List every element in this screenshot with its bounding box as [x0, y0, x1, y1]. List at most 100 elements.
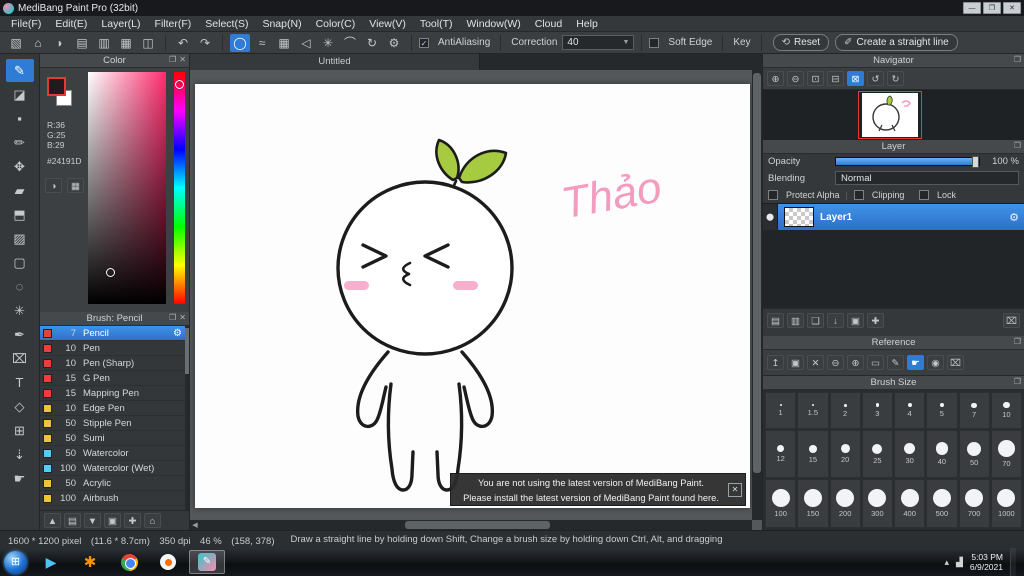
hidden-icons-chevron[interactable]: ▴: [944, 557, 949, 568]
workspace-icon[interactable]: ◫: [138, 34, 158, 52]
brush-item-airbrush[interactable]: 100Airbrush: [40, 491, 189, 506]
brush-size-150[interactable]: 150: [797, 479, 828, 528]
color-wheel-icon-icon[interactable]: ◑: [45, 178, 62, 193]
delete-layer-icon[interactable]: ⌧: [1003, 313, 1020, 328]
ref-eye-icon[interactable]: ◉: [927, 355, 944, 370]
merge-layer-icon[interactable]: ✚: [867, 313, 884, 328]
parallel-lines-icon[interactable]: ≈: [252, 34, 272, 52]
brush-size-200[interactable]: 200: [830, 479, 861, 528]
brush-size-1[interactable]: 1: [765, 392, 796, 429]
brush-size-1.5[interactable]: 1.5: [797, 392, 828, 429]
float-panel-icon[interactable]: ❐: [169, 313, 176, 322]
brush-list-scrollbar[interactable]: [185, 326, 189, 510]
foreground-color-swatch[interactable]: [47, 77, 66, 96]
blending-dropdown[interactable]: Normal: [835, 171, 1019, 185]
new-layer-icon[interactable]: ▤: [767, 313, 784, 328]
float-panel-icon[interactable]: ❐: [169, 55, 176, 64]
brush-size-400[interactable]: 400: [894, 479, 925, 528]
brush-size-10[interactable]: 10: [991, 392, 1022, 429]
taskbar-media-player[interactable]: ▶: [33, 550, 69, 574]
sv-marker[interactable]: [106, 268, 115, 277]
show-desktop-button[interactable]: [1010, 548, 1016, 576]
menu-window-w[interactable]: Window(W): [460, 17, 528, 31]
brush-size-7[interactable]: 7: [959, 392, 990, 429]
soft-edge-checkbox[interactable]: [649, 38, 659, 48]
taskbar-browser[interactable]: [150, 550, 186, 574]
brush-item-sumi[interactable]: 50Sumi: [40, 431, 189, 446]
create-straight-line-button[interactable]: ✐ Create a straight line: [835, 34, 958, 51]
move-tool-icon[interactable]: ✥: [6, 155, 34, 178]
notification-close-button[interactable]: ✕: [728, 483, 742, 497]
hue-marker[interactable]: [175, 80, 184, 89]
menu-layer-l[interactable]: Layer(L): [94, 17, 147, 31]
brush-size-15[interactable]: 15: [797, 430, 828, 478]
brush-size-20[interactable]: 20: [830, 430, 861, 478]
panel-grid-icon[interactable]: ▦: [116, 34, 136, 52]
magic-wand-tool-icon[interactable]: ✳: [6, 299, 34, 322]
ref-zoom-in-icon[interactable]: ⊕: [847, 355, 864, 370]
close-panel-icon[interactable]: ✕: [179, 55, 186, 64]
rotate-left-icon[interactable]: ↺: [867, 71, 884, 86]
menu-help[interactable]: Help: [569, 17, 605, 31]
ref-hand-icon[interactable]: ☛: [907, 355, 924, 370]
menu-view-v[interactable]: View(V): [362, 17, 413, 31]
select-pen-tool-icon[interactable]: ✒: [6, 323, 34, 346]
rotate-right-icon[interactable]: ↻: [887, 71, 904, 86]
brush-item-pen-sharp[interactable]: 10Pen (Sharp): [40, 356, 189, 371]
dot-tool-icon[interactable]: ▪: [6, 107, 34, 130]
antialiasing-checkbox[interactable]: [419, 38, 429, 48]
menu-cloud[interactable]: Cloud: [528, 17, 569, 31]
vanish-point-icon[interactable]: ◁: [296, 34, 316, 52]
select-eraser-tool-icon[interactable]: ⌧: [6, 347, 34, 370]
float-panel-icon[interactable]: ❐: [1014, 337, 1021, 346]
layer-settings-gear-icon[interactable]: ⚙: [1004, 211, 1024, 224]
menu-select-s[interactable]: Select(S): [198, 17, 255, 31]
horizontal-scroll-thumb[interactable]: [405, 521, 550, 529]
panel-left-icon[interactable]: ▤: [72, 34, 92, 52]
lasso-tool-icon[interactable]: ◌: [6, 275, 34, 298]
vertical-scroll-thumb[interactable]: [753, 73, 761, 473]
taskbar-coccoc[interactable]: ✱: [72, 550, 108, 574]
brush-size-300[interactable]: 300: [862, 479, 893, 528]
undo-icon[interactable]: ↶: [173, 34, 193, 52]
menu-color-c[interactable]: Color(C): [309, 17, 363, 31]
zoom-out-icon[interactable]: ⊖: [787, 71, 804, 86]
brush-scroll-thumb[interactable]: [185, 328, 189, 374]
layer-folder-icon[interactable]: ▣: [847, 313, 864, 328]
expand-brush-icon[interactable]: ▲: [44, 513, 61, 528]
gradient-tool-icon[interactable]: ▨: [6, 227, 34, 250]
import-brush-icon[interactable]: ▼: [84, 513, 101, 528]
protect-alpha-checkbox[interactable]: [768, 190, 778, 200]
ref-clear-icon[interactable]: ⌧: [947, 355, 964, 370]
layer-row-layer1[interactable]: ⬤ Layer1 ⚙: [763, 204, 1024, 230]
brush-size-25[interactable]: 25: [862, 430, 893, 478]
brush-item-pen[interactable]: 10Pen: [40, 341, 189, 356]
horizontal-scrollbar[interactable]: ◀: [190, 520, 752, 530]
freehand-icon[interactable]: ◯: [230, 34, 250, 52]
brush-size-40[interactable]: 40: [926, 430, 957, 478]
menu-snap-n[interactable]: Snap(N): [255, 17, 308, 31]
navigator-view-rect[interactable]: [858, 91, 922, 139]
brush-item-mapping-pen[interactable]: 15Mapping Pen: [40, 386, 189, 401]
zoom-in-icon[interactable]: ⊕: [767, 71, 784, 86]
vertical-scrollbar[interactable]: [752, 70, 762, 520]
snap-settings-icon[interactable]: ⚙: [384, 34, 404, 52]
radial-snap-icon[interactable]: ✳: [318, 34, 338, 52]
select-rect-tool-icon[interactable]: ▢: [6, 251, 34, 274]
clock[interactable]: 5:03 PM 6/9/2021: [970, 552, 1003, 572]
eyedropper-tool-icon[interactable]: ⇣: [6, 443, 34, 466]
brush-size-100[interactable]: 100: [765, 479, 796, 528]
brush-size-30[interactable]: 30: [894, 430, 925, 478]
eraser-tool-icon[interactable]: ◪: [6, 83, 34, 106]
fit-window-icon[interactable]: ⊡: [807, 71, 824, 86]
document-tab[interactable]: Untitled: [190, 54, 480, 70]
float-panel-icon[interactable]: ❐: [1014, 141, 1021, 150]
minimize-button[interactable]: —: [963, 2, 981, 14]
duplicate-layer-icon[interactable]: ❏: [807, 313, 824, 328]
brush-item-stipple-pen[interactable]: 50Stipple Pen: [40, 416, 189, 431]
brush-item-pencil[interactable]: 7Pencil⚙: [40, 326, 189, 341]
brush-item-watercolor[interactable]: 50Watercolor: [40, 446, 189, 461]
opacity-knob[interactable]: [972, 156, 979, 168]
brush-item-g-pen[interactable]: 15G Pen: [40, 371, 189, 386]
curve-snap-icon[interactable]: ⌒: [340, 34, 360, 52]
